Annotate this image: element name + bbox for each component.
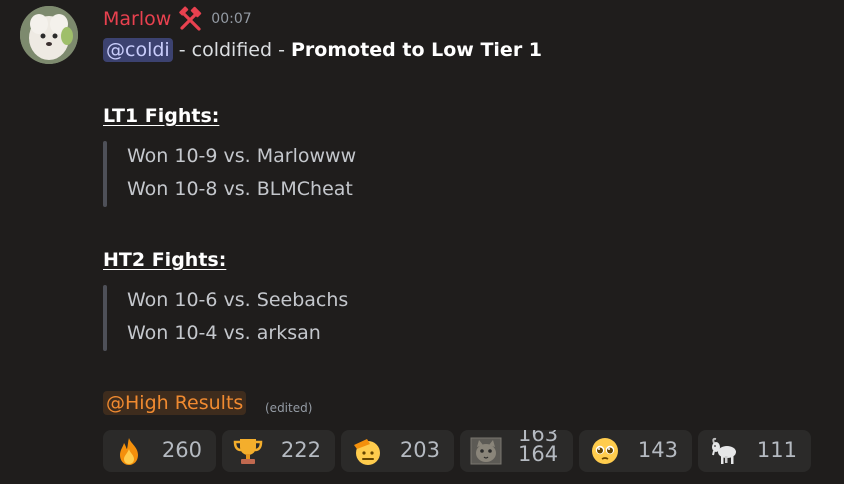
fight-result-line: Won 10-4 vs. arksan [127, 322, 321, 344]
message-header: Marlow 00:07 [103, 6, 252, 32]
message-text: - coldified - [178, 39, 285, 61]
reaction-trophy[interactable]: 222 [222, 430, 335, 472]
reaction-count: 143 [637, 438, 678, 462]
goat-icon [708, 435, 740, 467]
cat-sticker-icon [470, 435, 502, 467]
role-mention[interactable]: @High Results [103, 391, 247, 415]
reaction-count: 203 [399, 438, 440, 462]
fight-result-line: Won 10-6 vs. Seebachs [127, 289, 349, 311]
reaction-count: 111 [756, 438, 797, 462]
reaction-goat[interactable]: 111 [698, 430, 811, 472]
message-timestamp[interactable]: 00:07 [211, 11, 251, 27]
fight-result-line: Won 10-8 vs. BLMCheat [127, 178, 353, 200]
saluting-face-icon [351, 435, 383, 467]
reaction-count: 222 [280, 438, 321, 462]
reaction-cat-sticker[interactable]: 163 164 [460, 430, 573, 472]
message-first-line: @coldi - coldified - Promoted to Low Tie… [103, 38, 542, 62]
quote-bar [103, 141, 107, 207]
reaction-salute[interactable]: 203 [341, 430, 454, 472]
section-heading-lt1: LT1 Fights: [103, 105, 220, 127]
quote-bar [103, 285, 107, 351]
avatar[interactable] [20, 6, 78, 64]
fight-result-line: Won 10-9 vs. Marlowww [127, 145, 357, 167]
fire-icon [113, 435, 145, 467]
author-name[interactable]: Marlow [103, 8, 171, 30]
user-mention[interactable]: @coldi [103, 38, 173, 62]
reaction-count: 260 [161, 438, 202, 462]
edited-label: (edited) [265, 401, 313, 415]
reaction-pleading[interactable]: 143 [579, 430, 692, 472]
section-heading-ht2: HT2 Fights: [103, 249, 227, 271]
reaction-count: 164 [518, 442, 557, 466]
pleading-face-icon [589, 435, 621, 467]
hammer-role-icon[interactable] [177, 6, 203, 32]
promotion-text: Promoted to Low Tier 1 [291, 39, 543, 61]
trophy-icon [232, 435, 264, 467]
reaction-count-rolling: 163 164 [515, 430, 557, 472]
reaction-fire[interactable]: 260 [103, 430, 216, 472]
